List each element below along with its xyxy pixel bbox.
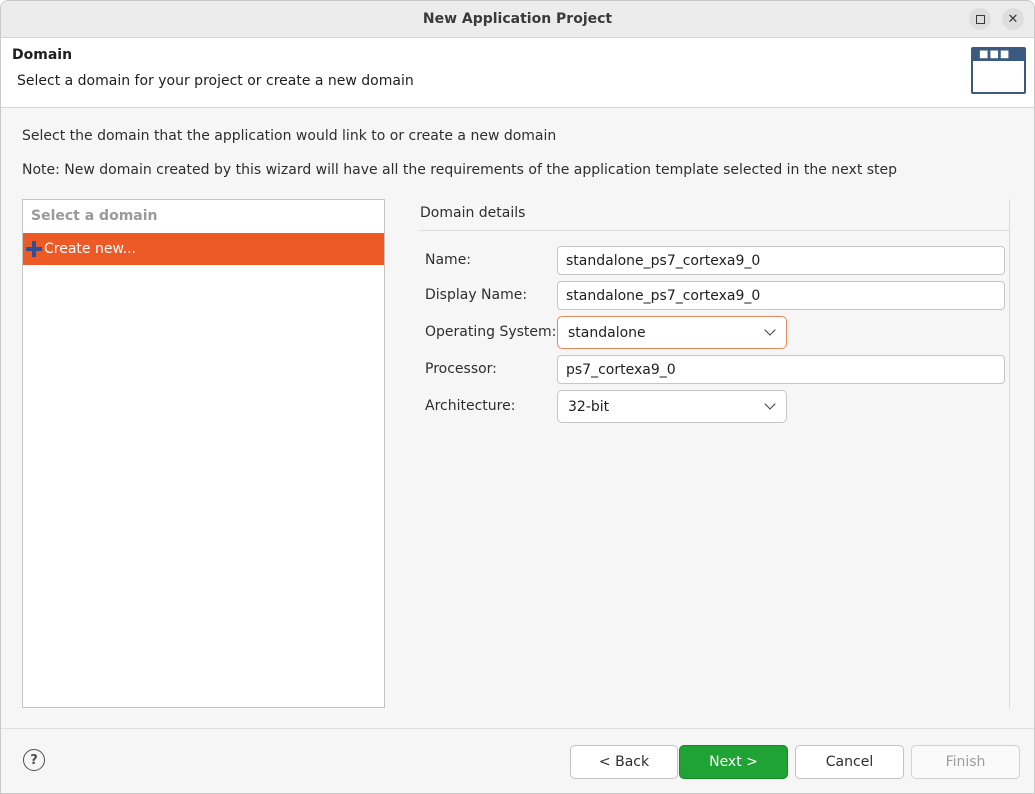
chevron-down-icon — [764, 324, 776, 336]
list-item-label: Create new... — [44, 241, 136, 257]
domain-details-title: Domain details — [420, 205, 526, 221]
close-button[interactable]: ✕ — [1002, 8, 1024, 30]
page-description: Select a domain for your project or crea… — [17, 73, 414, 89]
close-icon: ✕ — [1007, 11, 1019, 27]
intro-text: Select the domain that the application w… — [22, 128, 557, 144]
operating-system-label: Operating System: — [425, 324, 557, 340]
operating-system-value: standalone — [568, 324, 646, 341]
architecture-select[interactable]: 32-bit — [557, 390, 787, 423]
architecture-label: Architecture: — [425, 398, 516, 414]
operating-system-select[interactable]: standalone — [557, 316, 787, 349]
page-title: Domain — [12, 47, 73, 63]
name-input[interactable]: standalone_ps7_cortexa9_0 — [557, 246, 1005, 275]
wizard-body: Select the domain that the application w… — [1, 108, 1034, 728]
chevron-down-icon — [764, 398, 776, 410]
maximize-button[interactable] — [969, 8, 991, 30]
name-label: Name: — [425, 252, 472, 268]
domain-details-panel: Domain details Name: standalone_ps7_cort… — [419, 199, 1010, 708]
finish-button[interactable]: Finish — [911, 745, 1020, 779]
list-item-create-new[interactable]: Create new... — [23, 233, 384, 265]
plus-icon — [26, 241, 42, 257]
architecture-value: 32-bit — [568, 398, 610, 415]
domain-list-heading: Select a domain — [31, 208, 158, 224]
details-divider — [419, 230, 1010, 231]
back-button[interactable]: < Back — [570, 745, 678, 779]
maximize-icon — [975, 14, 985, 24]
window-title: New Application Project — [422, 11, 613, 27]
help-icon[interactable]: ? — [23, 749, 45, 771]
domain-list: Select a domain Create new... — [22, 199, 385, 708]
display-name-label: Display Name: — [425, 287, 528, 303]
window-banner-icon: ■■■ — [971, 47, 1026, 94]
title-bar: New Application Project ✕ — [1, 1, 1034, 38]
next-button[interactable]: Next > — [679, 745, 788, 779]
wizard-footer: ? < Back Next > Cancel Finish — [1, 728, 1034, 793]
dialog-window: New Application Project ✕ Domain Select … — [0, 0, 1035, 794]
note-text: Note: New domain created by this wizard … — [22, 162, 898, 178]
wizard-header: Domain Select a domain for your project … — [1, 38, 1034, 108]
processor-input[interactable]: ps7_cortexa9_0 — [557, 355, 1005, 384]
processor-label: Processor: — [425, 361, 497, 377]
display-name-input[interactable]: standalone_ps7_cortexa9_0 — [557, 281, 1005, 310]
cancel-button[interactable]: Cancel — [795, 745, 904, 779]
